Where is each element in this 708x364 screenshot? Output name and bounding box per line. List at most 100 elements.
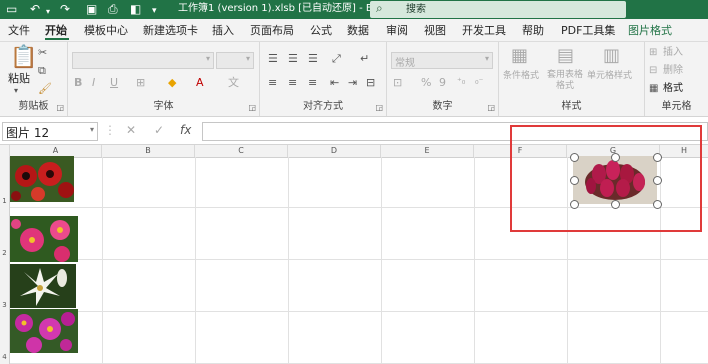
percent-icon[interactable]: % bbox=[421, 76, 431, 89]
select-all-corner[interactable] bbox=[0, 145, 10, 157]
insert-cells-label[interactable]: 插入 bbox=[663, 46, 683, 59]
bottom-align-icon[interactable]: ☰ bbox=[308, 52, 318, 65]
paste-dropdown-icon[interactable]: ▾ bbox=[14, 84, 18, 97]
paste-icon[interactable]: 📋 bbox=[10, 46, 37, 70]
delete-cells-icon[interactable]: ⊟ bbox=[649, 64, 657, 77]
tab-pdf-tools[interactable]: PDF工具集 bbox=[561, 24, 615, 37]
tab-help[interactable]: 帮助 bbox=[522, 24, 544, 37]
tab-file[interactable]: 文件 bbox=[8, 24, 30, 37]
row-headers: 1 2 3 4 bbox=[0, 157, 10, 364]
white-lily-flower-image[interactable] bbox=[10, 264, 76, 308]
magenta-cosmos-flower-image[interactable] bbox=[10, 309, 78, 353]
middle-align-icon[interactable]: ☰ bbox=[288, 52, 298, 65]
font-group-launcher-icon[interactable]: ◲ bbox=[248, 103, 256, 112]
bold-icon[interactable]: B bbox=[74, 76, 82, 89]
clipboard-launcher-icon[interactable]: ◲ bbox=[56, 103, 64, 112]
tab-view[interactable]: 视图 bbox=[424, 24, 446, 37]
customize-toolbar-icon[interactable]: ▾ bbox=[152, 4, 157, 18]
conditional-format-label[interactable]: 条件格式 bbox=[503, 70, 539, 83]
font-color-icon[interactable]: A bbox=[196, 76, 204, 89]
font-group: ▾ ▾ B I U ⊞ ◆ A 文 字体 ◲ bbox=[68, 42, 260, 116]
increase-decimal-icon[interactable]: ⁺₀ bbox=[457, 76, 465, 89]
cancel-icon[interactable]: ✕ bbox=[126, 123, 136, 137]
search-box[interactable]: ⌕ 搜索 bbox=[370, 1, 626, 18]
redo-icon[interactable]: ↷ bbox=[60, 2, 70, 16]
tab-home[interactable]: 开始 bbox=[45, 24, 67, 37]
wrap-text-icon[interactable]: ↵ bbox=[360, 52, 369, 65]
tab-formulas[interactable]: 公式 bbox=[310, 24, 332, 37]
align-left-icon[interactable]: ≡ bbox=[268, 76, 277, 89]
copy-icon[interactable]: ⧉ bbox=[38, 64, 46, 77]
decrease-decimal-icon[interactable]: ₀⁻ bbox=[475, 76, 483, 89]
row-header-2[interactable]: 2 bbox=[0, 249, 9, 257]
number-label: 数字 bbox=[432, 101, 453, 112]
number-format-select[interactable]: 常规 ▾ bbox=[391, 52, 493, 69]
styles-group: ▦ 条件格式 ▤ 套用表格格式 ▥ 单元格样式 样式 bbox=[499, 42, 645, 116]
row-header-1[interactable]: 1 bbox=[0, 197, 9, 205]
comma-style-icon[interactable]: 9 bbox=[439, 76, 446, 89]
print-icon[interactable]: ⎙ bbox=[108, 2, 118, 16]
italic-icon[interactable]: I bbox=[92, 76, 95, 89]
tab-picture-format[interactable]: 图片格式 bbox=[628, 24, 672, 37]
number-group: 常规 ▾ ⊡ % 9 ⁺₀ ₀⁻ 数字 ◲ bbox=[387, 42, 499, 116]
accounting-format-icon[interactable]: ⊡ bbox=[393, 76, 402, 89]
merge-center-icon[interactable]: ⊟ bbox=[366, 76, 375, 89]
format-as-table-icon[interactable]: ▤ bbox=[557, 46, 574, 66]
row-header-4[interactable]: 4 bbox=[0, 353, 9, 361]
tab-insert[interactable]: 插入 bbox=[212, 24, 234, 37]
format-as-table-label[interactable]: 套用表格格式 bbox=[543, 70, 587, 92]
cell-styles-icon[interactable]: ▥ bbox=[603, 46, 620, 66]
tab-page-layout[interactable]: 页面布局 bbox=[250, 24, 294, 37]
insert-function-icon[interactable]: fx bbox=[180, 123, 191, 137]
cell-styles-label[interactable]: 单元格样式 bbox=[587, 70, 632, 83]
row-header-3[interactable]: 3 bbox=[0, 301, 9, 309]
tab-review[interactable]: 审阅 bbox=[386, 24, 408, 37]
name-box-value: 图片 12 bbox=[6, 126, 50, 140]
enter-icon[interactable]: ✓ bbox=[154, 123, 164, 137]
column-header-b[interactable]: B bbox=[102, 145, 195, 157]
phonetic-icon[interactable]: 文 bbox=[228, 76, 239, 89]
alignment-label: 对齐方式 bbox=[303, 101, 343, 112]
alignment-launcher-icon[interactable]: ◲ bbox=[375, 103, 383, 112]
quick-access-icon[interactable]: ◧ bbox=[130, 2, 141, 16]
cut-icon[interactable]: ✂ bbox=[38, 46, 47, 59]
increase-indent-icon[interactable]: ⇥ bbox=[348, 76, 357, 89]
name-box-dropdown-icon[interactable]: ▾ bbox=[90, 125, 94, 134]
top-align-icon[interactable]: ☰ bbox=[268, 52, 278, 65]
column-header-d[interactable]: D bbox=[288, 145, 381, 157]
column-header-c[interactable]: C bbox=[195, 145, 288, 157]
tab-data[interactable]: 数据 bbox=[347, 24, 369, 37]
column-header-e[interactable]: E bbox=[381, 145, 474, 157]
autosave-icon[interactable]: ▭ bbox=[6, 2, 17, 16]
search-label: 搜索 bbox=[406, 4, 426, 15]
align-center-icon[interactable]: ≡ bbox=[288, 76, 297, 89]
align-right-icon[interactable]: ≡ bbox=[308, 76, 317, 89]
decrease-indent-icon[interactable]: ⇤ bbox=[330, 76, 339, 89]
number-launcher-icon[interactable]: ◲ bbox=[487, 103, 495, 112]
name-box[interactable]: 图片 12 ▾ bbox=[2, 122, 98, 141]
undo-dropdown-icon[interactable]: ▾ bbox=[46, 5, 50, 19]
insert-cells-icon[interactable]: ⊞ bbox=[649, 46, 657, 59]
fill-color-icon[interactable]: ◆ bbox=[168, 76, 176, 89]
delete-cells-label[interactable]: 删除 bbox=[663, 64, 683, 77]
undo-icon[interactable]: ↶ bbox=[30, 2, 40, 16]
highlight-annotation-box bbox=[510, 125, 702, 232]
styles-label: 样式 bbox=[561, 101, 582, 112]
format-cells-label[interactable]: 格式 bbox=[663, 82, 683, 95]
borders-icon[interactable]: ⊞ bbox=[136, 76, 145, 89]
orientation-icon[interactable]: ⤢ bbox=[332, 52, 341, 65]
format-cells-icon[interactable]: ▦ bbox=[649, 82, 658, 95]
pink-cosmos-flower-image[interactable] bbox=[10, 216, 78, 262]
tab-developer[interactable]: 开发工具 bbox=[462, 24, 506, 37]
font-name-select[interactable]: ▾ bbox=[72, 52, 214, 69]
format-painter-icon[interactable]: 🖌 bbox=[38, 82, 52, 95]
cells-group: ⊞ 插入 ⊟ 删除 ▦ 格式 单元格 bbox=[645, 42, 708, 116]
red-pansy-flower-image[interactable] bbox=[10, 156, 74, 202]
save-icon[interactable]: ▣ bbox=[86, 2, 97, 16]
font-size-select[interactable]: ▾ bbox=[216, 52, 254, 69]
underline-icon[interactable]: U bbox=[110, 76, 118, 89]
tab-new-tab[interactable]: 新建选项卡 bbox=[143, 24, 198, 37]
tab-template-center[interactable]: 模板中心 bbox=[84, 24, 128, 37]
paste-label[interactable]: 粘贴 bbox=[8, 72, 30, 85]
conditional-format-icon[interactable]: ▦ bbox=[511, 46, 528, 66]
